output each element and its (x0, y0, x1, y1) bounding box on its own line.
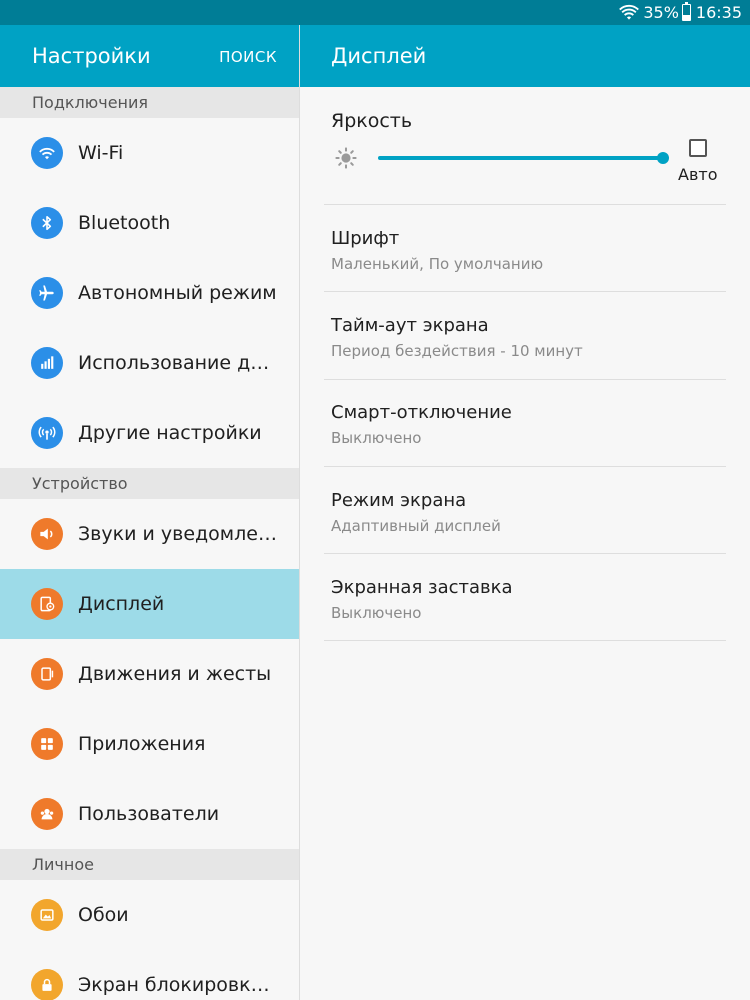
settings-sidebar[interactable]: Подключения Wi-Fi Bluetooth Автономный р… (0, 87, 299, 1000)
setting-screensaver[interactable]: Экранная заставка Выключено (300, 554, 750, 640)
settings-title: Настройки (32, 44, 151, 68)
setting-subtitle: Маленький, По умолчанию (331, 255, 544, 273)
brightness-title: Яркость (331, 110, 413, 132)
section-connections: Подключения (0, 87, 299, 118)
auto-brightness-checkbox[interactable] (689, 139, 707, 157)
setting-subtitle: Адаптивный дисплей (331, 517, 501, 535)
sidebar-item-label: Экран блокировки и защита (78, 974, 278, 996)
section-device: Устройство (0, 468, 299, 499)
battery-icon (681, 2, 691, 21)
display-header: Дисплей (300, 25, 750, 87)
lock-icon (31, 969, 63, 1000)
sidebar-item-label: Wi-Fi (78, 142, 124, 164)
setting-title: Шрифт (331, 228, 400, 249)
page-title: Дисплей (331, 44, 427, 68)
brightness-slider[interactable] (378, 156, 664, 160)
setting-screen-timeout[interactable]: Тайм-аут экрана Период бездействия - 10 … (300, 292, 750, 378)
auto-brightness-label: Авто (678, 165, 718, 184)
setting-title: Экранная заставка (331, 577, 513, 598)
sidebar-item-label: Движения и жесты (78, 663, 272, 685)
setting-font[interactable]: Шрифт Маленький, По умолчанию (300, 205, 750, 291)
sidebar-item-motions[interactable]: Движения и жесты (0, 639, 299, 709)
data-usage-icon (31, 347, 63, 379)
setting-subtitle: Выключено (331, 604, 422, 622)
setting-subtitle: Период бездействия - 10 минут (331, 342, 583, 360)
setting-title: Режим экрана (331, 490, 467, 511)
bluetooth-icon (31, 207, 63, 239)
sidebar-item-bluetooth[interactable]: Bluetooth (0, 188, 299, 258)
sidebar-item-users[interactable]: Пользователи (0, 779, 299, 849)
display-settings: Яркость Авто Шрифт Маленький, По умолчан… (300, 87, 750, 1000)
sidebar-item-label: Использование данных (78, 352, 278, 374)
motion-icon (31, 658, 63, 690)
battery-percent: 35% (643, 3, 679, 22)
wifi-signal-icon (619, 4, 640, 20)
setting-title: Смарт-отключение (331, 402, 512, 423)
sidebar-item-label: Другие настройки (78, 422, 262, 444)
airplane-icon (31, 277, 63, 309)
wallpaper-icon (31, 899, 63, 931)
brightness-slider-thumb[interactable] (657, 152, 669, 164)
sidebar-item-other-settings[interactable]: Другие настройки (0, 398, 299, 468)
sidebar-item-wallpaper[interactable]: Обои (0, 880, 299, 950)
sidebar-item-label: Автономный режим (78, 282, 277, 304)
sidebar-item-airplane-mode[interactable]: Автономный режим (0, 258, 299, 328)
sidebar-item-label: Обои (78, 904, 129, 926)
setting-subtitle: Выключено (331, 429, 422, 447)
sidebar-item-label: Пользователи (78, 803, 220, 825)
apps-icon (31, 728, 63, 760)
sidebar-item-display[interactable]: Дисплей (0, 569, 299, 639)
sidebar-item-apps[interactable]: Приложения (0, 709, 299, 779)
hotspot-icon (31, 417, 63, 449)
setting-screen-mode[interactable]: Режим экрана Адаптивный дисплей (300, 467, 750, 553)
users-icon (31, 798, 63, 830)
section-personal: Личное (0, 849, 299, 880)
sidebar-item-lock-screen[interactable]: Экран блокировки и защита (0, 950, 299, 1000)
search-button[interactable]: ПОИСК (219, 48, 277, 66)
sidebar-item-label: Дисплей (78, 593, 165, 615)
sidebar-item-sounds[interactable]: Звуки и уведомления (0, 499, 299, 569)
sidebar-item-label: Приложения (78, 733, 206, 755)
sidebar-item-data-usage[interactable]: Использование данных (0, 328, 299, 398)
setting-smart-stay[interactable]: Смарт-отключение Выключено (300, 379, 750, 465)
clock: 16:35 (695, 3, 742, 22)
divider (324, 640, 726, 641)
brightness-control: Яркость Авто (300, 87, 750, 204)
settings-header: Настройки ПОИСК (0, 25, 299, 87)
sidebar-item-label: Bluetooth (78, 212, 171, 234)
wifi-icon (31, 137, 63, 169)
sidebar-item-label: Звуки и уведомления (78, 523, 278, 545)
sidebar-item-wifi[interactable]: Wi-Fi (0, 118, 299, 188)
brightness-sun-icon (335, 147, 357, 169)
display-icon (31, 588, 63, 620)
setting-title: Тайм-аут экрана (331, 315, 489, 336)
sound-icon (31, 518, 63, 550)
status-bar: 35% 16:35 (0, 0, 750, 25)
